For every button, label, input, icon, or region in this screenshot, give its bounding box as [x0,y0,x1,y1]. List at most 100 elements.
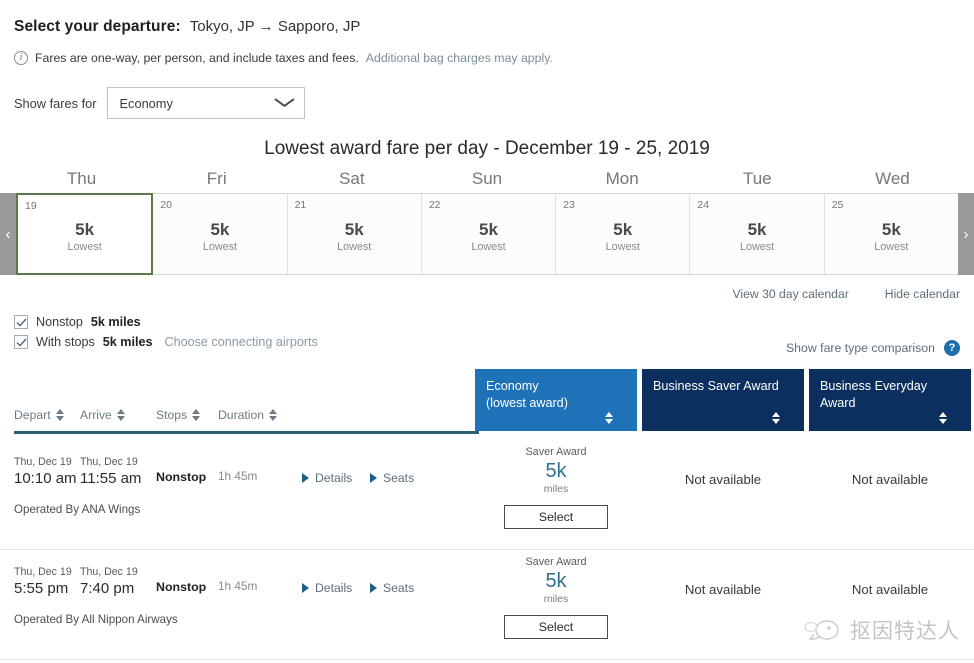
table-row[interactable]: Thu, Dec 19 10:10 am Thu, Dec 19 11:55 a… [0,440,974,550]
stops-value: Nonstop [156,470,207,484]
sort-toggle-icon[interactable] [939,412,947,424]
calendar-dow: Thu [66,169,97,188]
arrive-cell: Thu, Dec 19 7:40 pm [80,566,156,597]
calendar-title: Lowest award fare per day - December 19 … [264,138,710,159]
results-sort-header: Depart Arrive Stops Duration [14,408,479,422]
sort-toggle-icon[interactable] [116,409,125,421]
calendar-day-amount: 5k [881,220,901,240]
arrive-cell: Thu, Dec 19 11:55 am [80,456,156,487]
filter-with-stops-label: With stops [36,335,95,349]
sort-arrive-label: Arrive [80,408,112,422]
tab-business-everyday-award[interactable]: Business Everyday Award [809,369,971,431]
calendar-day-number: 21 [294,199,307,211]
depart-time: 5:55 pm [14,580,69,597]
fare-type-comparison[interactable]: Show fare type comparison ? [786,340,960,356]
calendar-prev-arrow-icon[interactable]: ‹ [0,193,16,275]
sort-toggle-icon[interactable] [269,409,278,421]
tab-business-saver-award[interactable]: Business Saver Award [642,369,804,431]
details-toggle[interactable]: Details [302,581,370,595]
calendar-day-cell[interactable]: 23 5k Lowest [556,194,691,274]
cabin-class-select[interactable]: Economy [106,87,305,119]
calendar-day-cell[interactable]: 19 5k Lowest [16,193,154,275]
tab-economy[interactable]: Economy (lowest award) [475,369,637,431]
watermark: 抠因特达人 [803,615,960,645]
select-button[interactable]: Select [504,505,608,529]
fare-disclaimer: i Fares are one-way, per person, and inc… [14,51,974,65]
arrive-time: 11:55 am [80,470,142,487]
speech-bubble-icon [804,620,839,640]
tab-business-everyday-label: Business Everyday Award [820,379,928,410]
fare-unit: miles [543,593,569,605]
fare-type-comparison-label: Show fare type comparison [785,341,935,355]
fare-class-tabs: Economy (lowest award) Business Saver Aw… [475,369,971,431]
sort-toggle-icon[interactable] [55,409,64,421]
fare-unavailable: Not available [851,472,929,487]
sort-arrive[interactable]: Arrive [80,408,156,422]
sort-toggle-icon[interactable] [772,412,780,424]
calendar-day-cell[interactable]: 22 5k Lowest [421,194,557,274]
fare-unavailable: Not available [851,582,929,597]
calendar-day-cell[interactable]: 24 5k Lowest [690,194,825,274]
calendar-day-sub: Lowest [739,240,775,253]
calendar-day-cell[interactable]: 20 5k Lowest [153,194,288,274]
calendar-day-sub: Lowest [67,240,102,253]
choose-connecting-airports-link[interactable]: Choose connecting airports [165,335,318,349]
seats-toggle[interactable]: Seats [370,581,436,595]
calendar-day-cell[interactable]: 21 5k Lowest [287,194,422,274]
sort-toggle-icon[interactable] [605,412,613,424]
filter-nonstop-miles: 5k miles [90,315,141,329]
filter-with-stops-miles: 5k miles [102,335,153,349]
select-button[interactable]: Select [504,615,608,639]
filter-with-stops[interactable]: With stops 5k miles Choose connecting ai… [14,335,318,349]
triangle-right-icon [370,583,377,593]
arrive-date: Thu, Dec 19 [80,456,138,468]
arrive-date: Thu, Dec 19 [80,566,138,578]
sort-duration[interactable]: Duration [218,408,298,422]
filter-nonstop[interactable]: Nonstop 5k miles [14,315,318,329]
hide-calendar-link[interactable]: Hide calendar [885,287,960,301]
calendar-day-amount: 5k [210,220,230,240]
arrive-time: 7:40 pm [80,580,135,597]
seats-toggle[interactable]: Seats [370,471,436,485]
bag-charges-link[interactable]: Additional bag charges may apply. [366,51,553,65]
operated-by: Operated By All Nippon Airways [14,613,178,626]
checkmark-icon[interactable] [14,315,28,329]
fare-cell-business-saver: Not available [642,446,804,487]
duration-value: 1h 45m [218,579,258,593]
question-mark-icon[interactable]: ? [944,340,960,356]
fare-cell-economy: Saver Award 5k miles Select [475,556,637,639]
calendar-day-amount: 5k [613,220,633,240]
calendar-cells: 19 5k Lowest 20 5k Lowest 21 5k Lowest 2… [16,193,958,275]
show-fares-for-label: Show fares for [14,95,97,111]
calendar-day-number: 23 [563,199,575,211]
checkmark-icon[interactable] [14,335,28,349]
sort-depart[interactable]: Depart [14,408,80,422]
depart-date: Thu, Dec 19 [14,456,72,468]
sort-header-rule [14,431,479,434]
calendar-links: View 30 day calendar Hide calendar [0,275,974,301]
seats-label: Seats [383,581,415,595]
fare-unavailable: Not available [684,582,762,597]
details-toggle[interactable]: Details [302,471,370,485]
calendar-day-number: 20 [160,199,172,211]
calendar-dow: Mon [605,169,639,188]
view-30-day-calendar-link[interactable]: View 30 day calendar [732,287,848,301]
triangle-right-icon [302,583,309,593]
operated-by: Operated By ANA Wings [14,503,141,516]
sort-toggle-icon[interactable] [192,409,201,421]
calendar-day-number: 24 [697,199,710,211]
seats-label: Seats [383,471,415,485]
depart-time: 10:10 am [14,470,77,487]
details-label: Details [315,581,353,595]
calendar-day-of-week-row: Thu Fri Sat Sun Mon Tue Wed [0,169,974,189]
cabin-class-value: Economy [119,95,173,111]
flight-summary: Thu, Dec 19 5:55 pm Thu, Dec 19 7:40 pm … [14,566,474,626]
calendar-next-arrow-icon[interactable]: › [958,193,974,275]
fare-kicker: Saver Award [525,556,587,568]
calendar-day-number: 22 [428,199,441,211]
calendar-day-cell[interactable]: 25 5k Lowest [824,194,958,274]
sort-stops[interactable]: Stops [156,408,218,422]
duration-value: 1h 45m [218,469,258,483]
calendar-dow: Wed [875,169,910,188]
info-icon: i [14,51,28,65]
